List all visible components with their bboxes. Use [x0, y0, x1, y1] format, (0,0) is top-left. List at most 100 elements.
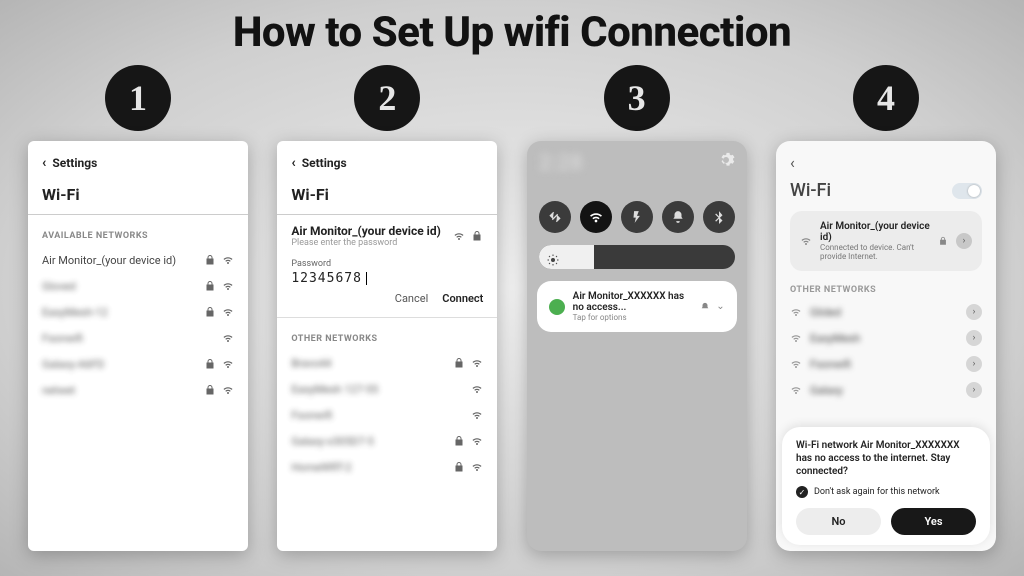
lock-icon — [204, 358, 216, 370]
gear-icon[interactable] — [717, 151, 735, 169]
network-row[interactable]: Air Monitor_(your device id) — [42, 247, 234, 273]
lock-icon — [453, 461, 465, 473]
other-networks-header: OTHER NETWORKS — [790, 285, 982, 295]
lock-icon — [453, 357, 465, 369]
step-badge-4: 4 — [853, 65, 919, 131]
network-name: EasyMesh 127-55 — [291, 383, 378, 396]
bell-icon — [700, 302, 710, 312]
phone-3: 2:28 Air Monitor_XXXXXX has no acces — [527, 141, 747, 551]
notification-title: Air Monitor_XXXXXX has no access... — [573, 291, 693, 313]
chevron-down-icon[interactable]: ⌄ — [716, 301, 724, 312]
network-name: Fsonwifi — [42, 332, 83, 345]
selected-network-row[interactable]: Air Monitor_(your device id) Please ente… — [291, 223, 483, 249]
network-row[interactable]: netwet — [42, 377, 234, 403]
divider — [277, 214, 497, 215]
yes-button[interactable]: Yes — [891, 508, 976, 535]
lock-icon — [204, 306, 216, 318]
steps-row: 1 ‹ Settings Wi-Fi AVAILABLE NETWORKS Ai… — [22, 65, 1002, 551]
wifi-icon — [471, 435, 483, 447]
wifi-toggle[interactable] — [952, 183, 982, 199]
quick-settings-icons — [539, 201, 735, 233]
status-time: 2:28 — [539, 151, 583, 176]
network-name: Fsonwifi — [291, 409, 332, 422]
dont-ask-again-label: Don't ask again for this network — [814, 487, 940, 497]
network-name: Galaxy-A6FD — [42, 358, 105, 371]
back-label: Settings — [52, 156, 97, 170]
network-name: Galaxy-x305D7-5 — [291, 435, 373, 448]
qs-bluetooth-icon[interactable] — [703, 201, 735, 233]
back-button[interactable]: ‹ — [790, 153, 982, 172]
network-row[interactable]: Fsonwifi› — [790, 351, 982, 377]
chevron-right-icon[interactable]: › — [966, 382, 982, 398]
network-row[interactable]: Galaxy-x305D7-5 — [291, 428, 483, 454]
lock-icon — [204, 254, 216, 266]
network-name: Galaxy — [810, 384, 843, 397]
network-row[interactable]: EasyMesh-12 — [42, 299, 234, 325]
network-row[interactable]: Fsonwifi — [42, 325, 234, 351]
no-button[interactable]: No — [796, 508, 881, 535]
wifi-icon — [790, 384, 802, 396]
network-name: netwet — [42, 384, 75, 397]
phone-2: ‹ Settings Wi-Fi Air Monitor_(your devic… — [277, 141, 497, 551]
network-name: HomeWRT-2 — [291, 461, 351, 474]
connected-network-status: Connected to device. Can't provide Inter… — [820, 243, 930, 261]
back-to-settings[interactable]: ‹ Settings — [291, 155, 483, 171]
password-label: Password — [291, 259, 483, 269]
connected-network-name: Air Monitor_(your device id) — [820, 221, 930, 243]
network-row[interactable]: EasyMesh 127-55 — [291, 376, 483, 402]
qs-wifi-icon[interactable] — [580, 201, 612, 233]
wifi-icon — [790, 358, 802, 370]
qs-data-icon[interactable] — [539, 201, 571, 233]
divider — [28, 214, 248, 215]
wifi-icon — [222, 280, 234, 292]
step-badge-1: 1 — [105, 65, 171, 131]
network-name: Bravo44 — [291, 357, 331, 370]
cancel-button[interactable]: Cancel — [395, 292, 428, 305]
password-input[interactable]: 12345678 — [291, 271, 483, 286]
step-badge-3: 3 — [604, 65, 670, 131]
screen-title: Wi-Fi — [42, 185, 234, 204]
screen-title: Wi-Fi — [790, 180, 831, 201]
wifi-icon — [471, 357, 483, 369]
network-row[interactable]: Galaxy-A6FD — [42, 351, 234, 377]
chevron-right-icon[interactable]: › — [956, 233, 972, 249]
no-internet-notification[interactable]: Air Monitor_XXXXXX has no access... Tap … — [537, 281, 737, 332]
wifi-icon — [790, 332, 802, 344]
chevron-right-icon[interactable]: › — [966, 356, 982, 372]
network-row[interactable]: Bravo44 — [291, 350, 483, 376]
network-name: Gloved — [42, 280, 76, 293]
chevron-right-icon[interactable]: › — [966, 330, 982, 346]
other-networks-header: OTHER NETWORKS — [291, 334, 483, 344]
brightness-slider[interactable] — [539, 245, 735, 269]
network-row[interactable]: Gloved — [42, 273, 234, 299]
wifi-icon — [222, 306, 234, 318]
network-row[interactable]: HomeWRT-2 — [291, 454, 483, 480]
network-name: Glided — [810, 306, 841, 319]
chevron-left-icon: ‹ — [42, 155, 46, 171]
qs-flashlight-icon[interactable] — [621, 201, 653, 233]
available-networks-header: AVAILABLE NETWORKS — [42, 231, 234, 241]
wifi-icon — [471, 383, 483, 395]
qs-dnd-icon[interactable] — [662, 201, 694, 233]
step-badge-2: 2 — [354, 65, 420, 131]
step-1: 1 ‹ Settings Wi-Fi AVAILABLE NETWORKS Ai… — [22, 65, 254, 551]
stay-connected-sheet: Wi-Fi network Air Monitor_XXXXXXX has no… — [782, 427, 990, 545]
lock-icon — [204, 384, 216, 396]
lock-icon — [938, 235, 948, 247]
lock-icon — [453, 435, 465, 447]
dont-ask-again-row[interactable]: ✓ Don't ask again for this network — [796, 486, 976, 498]
back-to-settings[interactable]: ‹ Settings — [42, 155, 234, 171]
password-hint: Please enter the password — [291, 238, 441, 248]
screen-title: Wi-Fi — [291, 185, 483, 204]
network-row[interactable]: Fsonwifi — [291, 402, 483, 428]
connected-network-card[interactable]: Air Monitor_(your device id) Connected t… — [790, 211, 982, 271]
chevron-right-icon[interactable]: › — [966, 304, 982, 320]
wifi-icon — [222, 254, 234, 266]
sheet-message: Wi-Fi network Air Monitor_XXXXXXX has no… — [796, 439, 976, 478]
network-row[interactable]: EasyMesh› — [790, 325, 982, 351]
connect-button[interactable]: Connect — [442, 292, 483, 305]
wifi-icon — [471, 409, 483, 421]
network-row[interactable]: Glided › — [790, 299, 982, 325]
wifi-icon — [222, 358, 234, 370]
network-row[interactable]: Galaxy › — [790, 377, 982, 403]
